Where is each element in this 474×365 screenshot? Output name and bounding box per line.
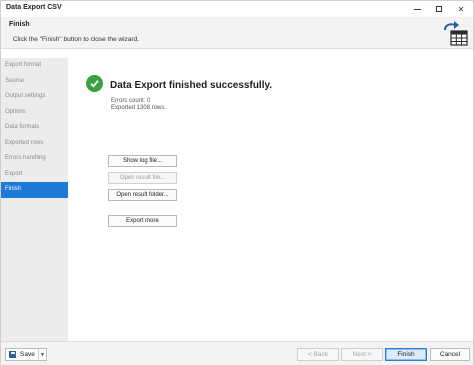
window-title: Data Export CSV <box>6 4 62 11</box>
minimize-button[interactable] <box>407 2 427 16</box>
save-icon <box>9 351 16 358</box>
sidebar-item-options[interactable]: Options <box>1 105 68 121</box>
close-button[interactable]: ✕ <box>451 2 471 16</box>
next-button[interactable]: Next > <box>341 348 383 361</box>
check-circle-icon <box>86 75 103 92</box>
status-title: Data Export finished successfully. <box>110 80 273 91</box>
sidebar-item-export[interactable]: Export <box>1 167 68 183</box>
errors-count: Errors count: 0 <box>111 98 151 104</box>
sidebar-item-finish[interactable]: Finish <box>1 182 68 198</box>
wizard-steps-sidebar: Export format Source Output settings Opt… <box>1 58 68 341</box>
export-more-button[interactable]: Export more <box>108 215 177 227</box>
sidebar-item-export-format[interactable]: Export format <box>1 58 68 74</box>
wizard-content: Data Export finished successfully. Error… <box>68 58 473 341</box>
save-button[interactable]: Save ▼ <box>5 348 47 361</box>
sidebar-item-errors-handling[interactable]: Errors handling <box>1 151 68 167</box>
cancel-button[interactable]: Cancel <box>430 348 470 361</box>
export-wizard-window: Data Export CSV ✕ Finish Click the "Fini… <box>0 0 474 365</box>
back-button[interactable]: < Back <box>297 348 339 361</box>
sidebar-item-output-settings[interactable]: Output settings <box>1 89 68 105</box>
exported-rows-count: Exported 1308 rows. <box>111 105 167 111</box>
sidebar-item-data-formats[interactable]: Data formats <box>1 120 68 136</box>
sidebar-item-exported-rows[interactable]: Exported rows <box>1 136 68 152</box>
export-table-icon <box>444 21 468 46</box>
sidebar-item-source[interactable]: Source <box>1 74 68 90</box>
page-title: Finish <box>9 21 30 28</box>
maximize-button[interactable] <box>429 2 449 16</box>
open-result-file-button[interactable]: Open result file... <box>108 172 177 184</box>
save-label: Save <box>20 351 35 358</box>
minimize-icon <box>413 8 421 10</box>
wizard-footer: Save ▼ < Back Next > Finish Cancel <box>1 341 473 365</box>
chevron-down-icon[interactable]: ▼ <box>38 349 46 360</box>
show-log-file-button[interactable]: Show log file... <box>108 155 177 167</box>
finish-button[interactable]: Finish <box>385 348 427 361</box>
close-icon: ✕ <box>457 4 465 14</box>
wizard-header: Finish Click the "Finish" button to clos… <box>1 17 473 49</box>
page-subtitle: Click the "Finish" button to close the w… <box>13 36 140 43</box>
title-bar: Data Export CSV ✕ <box>1 1 473 17</box>
open-result-folder-button[interactable]: Open result folder... <box>108 189 177 201</box>
maximize-icon <box>436 6 442 12</box>
